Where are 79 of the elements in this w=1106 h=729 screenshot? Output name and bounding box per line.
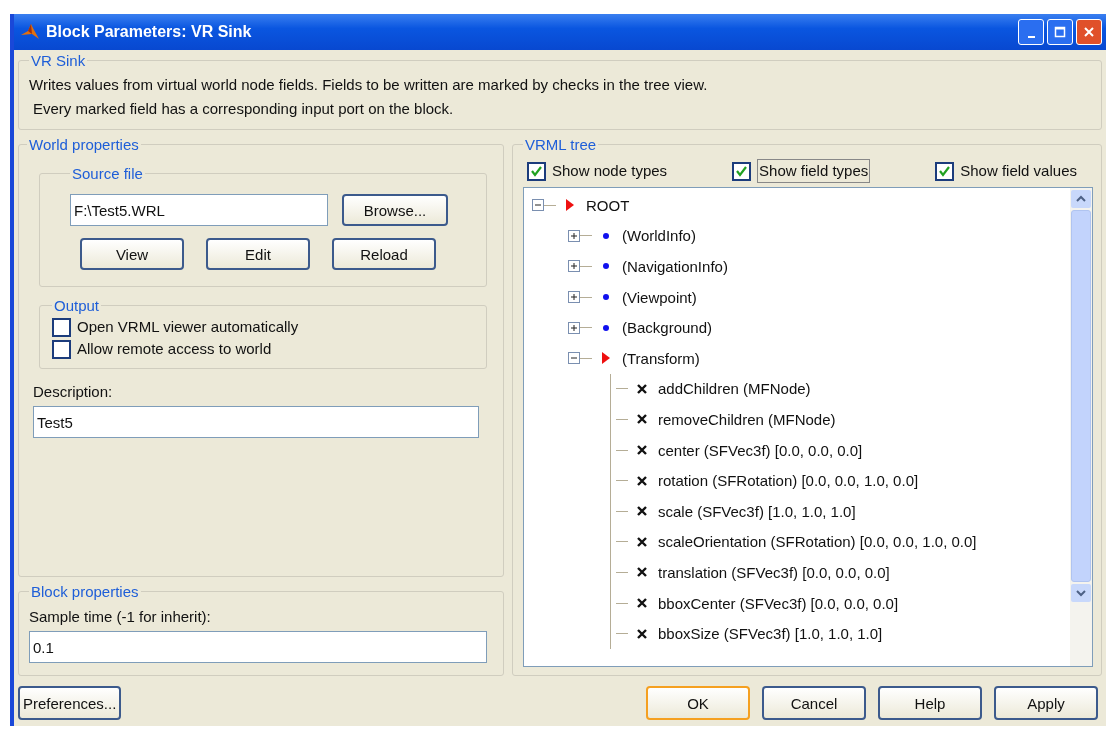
- cross-icon: [636, 444, 648, 457]
- tree-toggle[interactable]: [568, 321, 580, 334]
- group-title: Block properties: [30, 583, 140, 600]
- dialog-button[interactable]: Cancel: [762, 686, 866, 720]
- browse-button[interactable]: Browse...: [342, 194, 448, 226]
- tree-item[interactable]: scaleOrientation (SFRotation) [0.0, 0.0, 1.0, 0.0]: [658, 533, 977, 551]
- checkbox-label: Allow remote access to world: [77, 339, 272, 359]
- scroll-down-icon[interactable]: [1071, 584, 1091, 602]
- cross-icon: [636, 382, 648, 395]
- tree-item[interactable]: (NavigationInfo): [622, 258, 728, 275]
- close-icon: [1083, 26, 1095, 38]
- checkbox[interactable]: [52, 339, 71, 359]
- tree-item[interactable]: (WorldInfo): [622, 227, 696, 245]
- tree-item[interactable]: translation (SFVec3f) [0.0, 0.0, 0.0]: [658, 563, 890, 581]
- scroll-thumb[interactable]: [1071, 210, 1091, 582]
- maximize-button[interactable]: [1047, 19, 1073, 45]
- tree-toggle[interactable]: [568, 291, 580, 304]
- group-title: VR Sink: [30, 52, 87, 69]
- cross-icon: [636, 535, 648, 548]
- file-path-field[interactable]: F:\Test5.WRL: [70, 194, 328, 226]
- tree-item[interactable]: (Viewpoint): [622, 288, 697, 306]
- triangle-icon: [600, 351, 612, 366]
- check-icon: [938, 164, 952, 178]
- close-button[interactable]: [1076, 19, 1102, 45]
- dialog-button[interactable]: Apply: [994, 686, 1098, 720]
- description-text: Every marked field has a corresponding input port on the block.: [32, 99, 455, 119]
- sample-time-field[interactable]: 0.1: [29, 631, 487, 663]
- tree-toggle[interactable]: [568, 352, 580, 365]
- app-icon: [20, 22, 40, 42]
- tree-item[interactable]: ROOT: [586, 196, 630, 214]
- tree-item[interactable]: removeChildren (MFNode): [658, 410, 836, 428]
- checkbox[interactable]: [52, 317, 71, 337]
- checkbox-label: Show field values: [960, 161, 1077, 181]
- file-action-button[interactable]: Edit: [206, 238, 310, 270]
- description-field[interactable]: Test5: [33, 406, 479, 438]
- check-icon: [530, 164, 543, 178]
- cross-icon: [636, 505, 648, 518]
- description-text: Writes values from virtual world node fields. Fields to be written are marked by checks in the tree view.: [29, 75, 709, 95]
- tree-toggle[interactable]: [568, 229, 580, 242]
- checkbox[interactable]: [732, 161, 752, 181]
- dialog-button[interactable]: Help: [878, 686, 982, 720]
- minimize-icon: [1027, 36, 1035, 38]
- cross-icon: [636, 413, 648, 426]
- tree-toggle[interactable]: [568, 260, 580, 273]
- cross-icon: [636, 627, 648, 640]
- file-action-button[interactable]: View: [80, 238, 184, 270]
- tree-item[interactable]: (Background): [622, 319, 713, 337]
- cross-icon: [636, 597, 648, 609]
- group-title: Output: [53, 297, 101, 314]
- group-title: World properties: [28, 136, 140, 153]
- group-title: VRML tree: [524, 136, 598, 153]
- checkbox-label: Open VRML viewer automatically: [77, 317, 299, 337]
- tree-item[interactable]: scale (SFVec3f) [1.0, 1.0, 1.0]: [658, 502, 856, 520]
- tree-toggle[interactable]: [532, 199, 544, 212]
- preferences-button[interactable]: Preferences...: [18, 686, 122, 720]
- field-label: Description:: [33, 383, 114, 400]
- maximize-icon: [1054, 26, 1066, 38]
- dialog-button[interactable]: OK: [646, 686, 750, 720]
- checkbox[interactable]: [527, 161, 546, 181]
- tree-item[interactable]: bboxSize (SFVec3f) [1.0, 1.0, 1.0]: [658, 625, 883, 643]
- check-icon: [735, 164, 749, 178]
- scroll-up-icon[interactable]: [1071, 190, 1091, 208]
- checkbox-label: Show field types: [757, 159, 871, 183]
- field-label: Sample time (-1 for inherit):: [29, 608, 212, 625]
- tree-item[interactable]: addChildren (MFNode): [658, 380, 811, 398]
- minimize-button[interactable]: [1018, 19, 1044, 45]
- tree-item[interactable]: rotation (SFRotation) [0.0, 0.0, 1.0, 0.0]: [658, 472, 919, 490]
- triangle-icon: [564, 198, 576, 213]
- tree-item[interactable]: bboxCenter (SFVec3f) [0.0, 0.0, 0.0]: [658, 594, 899, 612]
- scrollbar[interactable]: [1070, 188, 1092, 666]
- tree-item[interactable]: (Transform): [622, 349, 700, 367]
- checkbox[interactable]: [935, 161, 955, 181]
- tree-item[interactable]: center (SFVec3f) [0.0, 0.0, 0.0]: [658, 441, 863, 459]
- cross-icon: [636, 474, 648, 487]
- group-title: Source file: [71, 165, 144, 182]
- cross-icon: [636, 566, 648, 579]
- window-title: Block Parameters: VR Sink: [46, 23, 253, 41]
- checkbox-label: Show node types: [552, 161, 668, 181]
- file-action-button[interactable]: Reload: [332, 238, 436, 270]
